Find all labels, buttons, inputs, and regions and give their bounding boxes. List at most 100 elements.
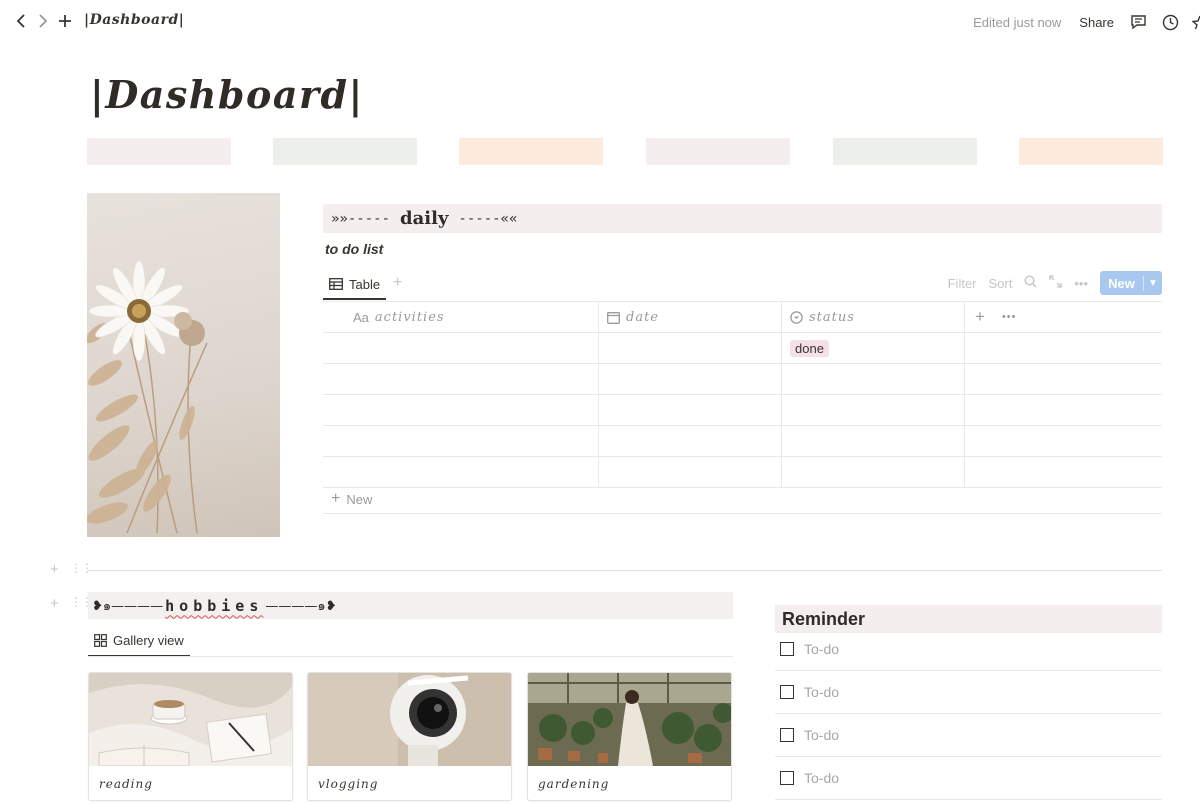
add-page-icon[interactable] xyxy=(54,10,76,32)
plus-icon: + xyxy=(331,490,341,507)
page-title[interactable]: |Dashboard| xyxy=(90,72,364,117)
database-toolbar: Filter Sort ••• New ▼ xyxy=(948,270,1162,296)
chevron-down-icon[interactable]: ▼ xyxy=(1144,278,1162,289)
history-clock-icon[interactable] xyxy=(1160,12,1180,32)
tab-gallery-label: Gallery view xyxy=(113,633,184,648)
color-swatch xyxy=(1019,138,1163,165)
share-button[interactable]: Share xyxy=(1079,15,1114,30)
top-bar: |Dashboard| Edited just now Share xyxy=(0,0,1200,44)
status-cell[interactable]: done xyxy=(782,333,965,363)
gallery-card-gardening[interactable]: gardening xyxy=(527,672,732,801)
search-icon[interactable] xyxy=(1024,275,1037,291)
daily-heading[interactable]: »»----- daily -----«« xyxy=(323,204,1162,233)
todo-text[interactable]: To-do xyxy=(804,684,839,700)
edited-status: Edited just now xyxy=(973,14,1062,30)
divider xyxy=(87,570,1162,571)
card-caption: reading xyxy=(99,777,153,791)
column-label: status xyxy=(809,309,855,325)
todo-item[interactable]: To-do xyxy=(775,714,1162,757)
card-caption: gardening xyxy=(538,777,610,791)
daily-title: daily xyxy=(400,208,449,229)
heading-ornament-right: ————๑❥ xyxy=(265,599,337,614)
todo-text[interactable]: To-do xyxy=(804,770,839,786)
heading-ornament-left: »»----- xyxy=(331,210,391,227)
status-badge: done xyxy=(790,339,829,357)
new-button-label: New xyxy=(1100,275,1144,291)
column-header-date[interactable]: date xyxy=(599,302,782,332)
heading-ornament-left: ❥๑———— xyxy=(92,599,164,614)
color-swatch xyxy=(833,138,977,165)
gallery-grid-icon xyxy=(94,634,107,647)
todo-text[interactable]: To-do xyxy=(804,641,839,657)
empty-cell xyxy=(965,333,1162,363)
todo-list-subtitle[interactable]: to do list xyxy=(325,241,383,257)
expand-icon[interactable] xyxy=(1049,275,1062,291)
text-property-icon: Aa xyxy=(353,309,369,325)
todo-item[interactable]: To-do xyxy=(775,628,1162,671)
new-record-button[interactable]: New ▼ xyxy=(1100,271,1162,295)
status-cell[interactable] xyxy=(782,457,965,487)
table-row[interactable]: done xyxy=(323,333,1162,364)
date-cell[interactable] xyxy=(599,333,782,363)
add-new-row-button[interactable]: + New xyxy=(323,485,1162,514)
activities-cell[interactable] xyxy=(323,364,599,394)
todo-item[interactable]: To-do xyxy=(775,757,1162,800)
tab-table-label: Table xyxy=(349,276,381,292)
tab-gallery-view[interactable]: Gallery view xyxy=(88,626,190,657)
reading-photo xyxy=(89,673,292,767)
drag-handle-icon[interactable]: ⋮⋮ xyxy=(70,561,93,575)
todo-checkbox[interactable] xyxy=(780,728,794,742)
table-row[interactable] xyxy=(323,457,1162,488)
calendar-icon xyxy=(607,311,620,324)
forward-arrow-icon[interactable] xyxy=(32,10,54,32)
add-block-icon[interactable]: + xyxy=(50,561,59,578)
table-row[interactable] xyxy=(323,426,1162,457)
status-cell[interactable] xyxy=(782,426,965,456)
vlogging-photo xyxy=(308,673,511,766)
column-label: activities xyxy=(374,309,445,325)
activities-cell[interactable] xyxy=(323,457,599,487)
comment-icon[interactable] xyxy=(1128,12,1148,32)
activities-cell[interactable] xyxy=(323,333,599,363)
date-cell[interactable] xyxy=(599,426,782,456)
column-label: date xyxy=(626,309,659,325)
divider xyxy=(88,656,733,657)
activities-cell[interactable] xyxy=(323,395,599,425)
date-cell[interactable] xyxy=(599,457,782,487)
date-cell[interactable] xyxy=(599,395,782,425)
gallery-card-vlogging[interactable]: vlogging xyxy=(307,672,512,801)
column-header-activities[interactable]: Aa activities xyxy=(323,302,599,332)
empty-cell xyxy=(965,395,1162,425)
more-options-icon[interactable]: ••• xyxy=(1074,276,1088,291)
status-cell[interactable] xyxy=(782,364,965,394)
todo-checkbox[interactable] xyxy=(780,771,794,785)
color-swatch xyxy=(459,138,603,165)
todo-checkbox[interactable] xyxy=(780,642,794,656)
date-cell[interactable] xyxy=(599,364,782,394)
table-row[interactable] xyxy=(323,364,1162,395)
add-new-label: New xyxy=(346,491,373,507)
add-property-icon[interactable]: + xyxy=(975,307,986,327)
sort-button[interactable]: Sort xyxy=(989,276,1013,291)
todo-checkbox[interactable] xyxy=(780,685,794,699)
tab-table[interactable]: Table xyxy=(323,270,387,300)
breadcrumb[interactable]: |Dashboard| xyxy=(84,12,184,28)
add-block-icon[interactable]: + xyxy=(50,595,59,612)
gallery-card-reading[interactable]: reading xyxy=(88,672,293,801)
back-arrow-icon[interactable] xyxy=(10,10,32,32)
hobbies-title: hobbies xyxy=(165,596,264,615)
select-property-icon xyxy=(790,310,803,324)
table-row[interactable] xyxy=(323,395,1162,426)
status-cell[interactable] xyxy=(782,395,965,425)
favorite-star-icon[interactable] xyxy=(1192,12,1200,32)
more-options-icon[interactable]: ••• xyxy=(1002,311,1017,323)
table-header-row: Aa activities date status + ••• xyxy=(323,302,1162,333)
column-header-status[interactable]: status xyxy=(782,302,965,332)
filter-button[interactable]: Filter xyxy=(948,276,977,291)
add-view-icon[interactable]: + xyxy=(393,274,402,292)
todo-text[interactable]: To-do xyxy=(804,727,839,743)
hobbies-heading[interactable]: ❥๑———— hobbies ————๑❥ xyxy=(88,592,733,619)
todo-item[interactable]: To-do xyxy=(775,671,1162,714)
color-swatch xyxy=(87,138,231,165)
activities-cell[interactable] xyxy=(323,426,599,456)
